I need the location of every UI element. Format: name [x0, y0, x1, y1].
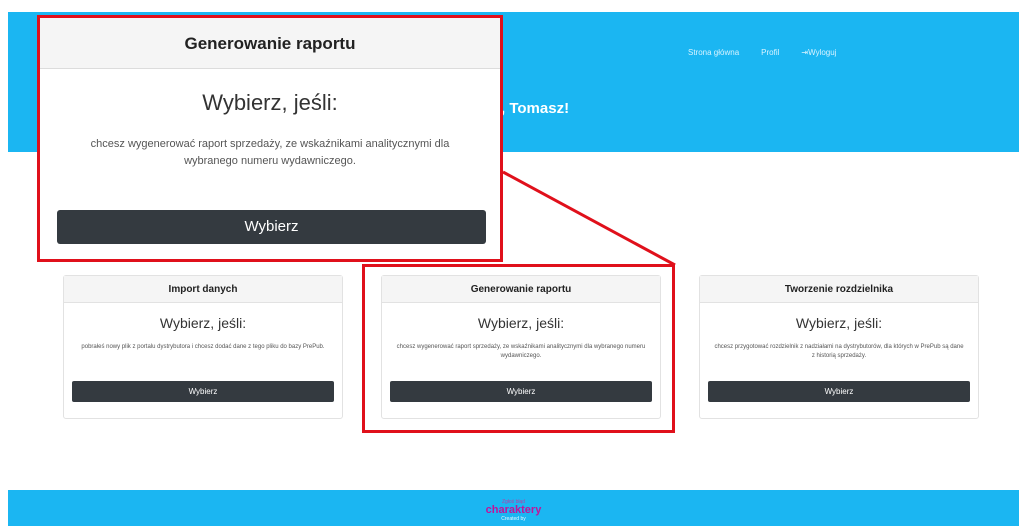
zoom-description: chcesz wygenerować raport sprzedaży, ze …: [90, 138, 450, 167]
zoom-subtitle: Wybierz, jeśli:: [202, 90, 338, 115]
connector-line-top: [502, 170, 676, 267]
zoom-title: Generowanie raportu: [40, 18, 500, 69]
zoom-callout: Generowanie raportu Wybierz, jeśli: chce…: [37, 15, 503, 262]
zoom-select-button[interactable]: Wybierz: [57, 210, 486, 244]
